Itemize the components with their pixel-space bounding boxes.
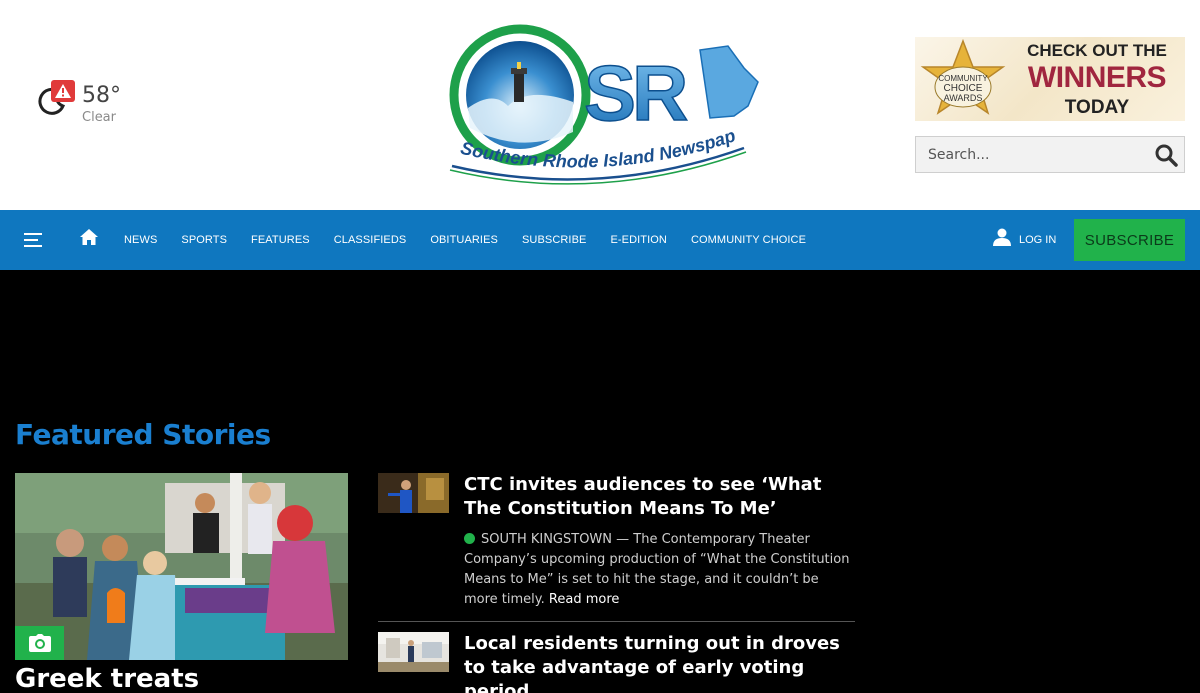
badge-line-3: AWARDS	[944, 93, 983, 103]
story-thumbnail[interactable]	[378, 632, 449, 672]
subscribe-button[interactable]: SUBSCRIBE	[1074, 219, 1185, 261]
weather-widget[interactable]: 58° Clear	[36, 80, 146, 130]
community-choice-ad[interactable]: COMMUNITY CHOICE AWARDS CHECK OUT THE WI…	[915, 37, 1185, 121]
gallery-badge[interactable]	[15, 626, 64, 660]
promo-line-3: TODAY	[1064, 97, 1130, 118]
badge-line-1: COMMUNITY	[938, 74, 988, 83]
svg-text:SR: SR	[584, 49, 687, 137]
nav-items: NEWS SPORTS FEATURES CLASSIFIEDS OBITUAR…	[112, 210, 818, 270]
search-icon[interactable]	[1154, 143, 1178, 167]
story-headline[interactable]: Local residents turning out in droves to…	[464, 632, 854, 693]
nav-item-obituaries[interactable]: OBITUARIES	[418, 234, 510, 246]
home-icon[interactable]	[79, 228, 99, 246]
weather-condition: Clear	[82, 110, 116, 125]
search-input[interactable]	[916, 137, 1146, 172]
story-thumbnail[interactable]	[378, 473, 449, 513]
site-header: 58° Clear SR Southern Rhode Island Newsp…	[0, 0, 1200, 210]
nav-item-subscribe[interactable]: SUBSCRIBE	[510, 234, 598, 246]
promo-line-1: CHECK OUT THE	[1027, 41, 1167, 60]
section-title: Featured Stories	[15, 418, 271, 451]
story-headline[interactable]: CTC invites audiences to see ‘What The C…	[464, 473, 854, 521]
search-box	[915, 136, 1185, 173]
alert-icon[interactable]	[51, 80, 75, 104]
nav-item-community-choice[interactable]: COMMUNITY CHOICE	[679, 234, 818, 246]
promo-line-2: WINNERS	[1027, 61, 1167, 94]
lead-story-headline[interactable]: Greek treats	[15, 664, 199, 693]
login-link[interactable]: LOG IN	[993, 210, 1056, 270]
nav-item-classifieds[interactable]: CLASSIFIEDS	[322, 234, 419, 246]
login-label: LOG IN	[1019, 234, 1057, 246]
site-logo[interactable]: SR Southern Rhode Island Newspapers	[448, 20, 760, 188]
lead-story-photo[interactable]	[15, 473, 348, 660]
story-dateline: SOUTH KINGSTOWN	[481, 532, 613, 547]
award-star-icon: COMMUNITY CHOICE AWARDS	[920, 39, 1006, 115]
story-item: Local residents turning out in droves to…	[378, 632, 855, 693]
hamburger-menu-icon[interactable]	[24, 232, 42, 248]
nav-item-sports[interactable]: SPORTS	[169, 234, 239, 246]
user-icon	[993, 228, 1011, 246]
story-item: CTC invites audiences to see ‘What The C…	[378, 473, 855, 621]
location-dot-icon	[464, 533, 475, 544]
read-more-link[interactable]: Read more	[549, 592, 619, 607]
camera-icon	[28, 634, 51, 652]
main-nav: NEWS SPORTS FEATURES CLASSIFIEDS OBITUAR…	[0, 210, 1200, 270]
story-divider	[378, 621, 855, 622]
nav-item-features[interactable]: FEATURES	[239, 234, 322, 246]
story-summary: SOUTH KINGSTOWN — The Contemporary Theat…	[464, 530, 854, 610]
weather-temperature: 58°	[82, 83, 121, 108]
nav-item-news[interactable]: NEWS	[112, 234, 169, 246]
nav-item-e-edition[interactable]: E-EDITION	[598, 234, 679, 246]
